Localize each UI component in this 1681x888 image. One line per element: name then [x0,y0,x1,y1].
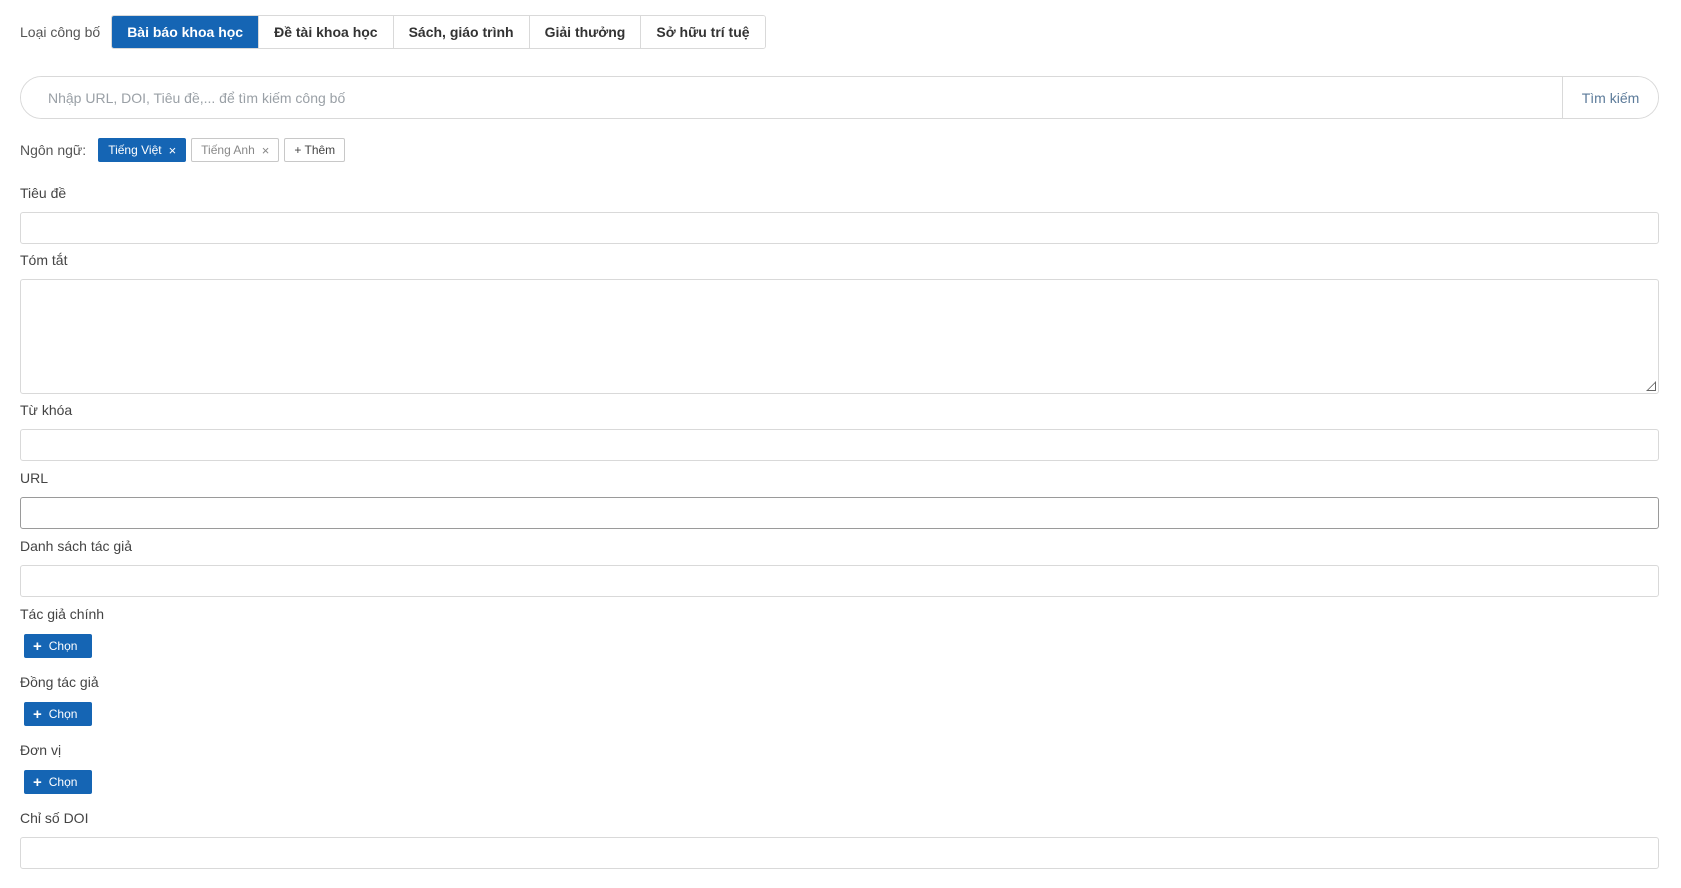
abstract-label: Tóm tắt [20,252,68,268]
publication-type-label: Loại công bố [20,24,101,40]
plus-icon: + [33,705,42,723]
choose-button-label: Chọn [48,707,78,721]
keywords-label: Từ khóa [20,402,73,418]
choose-button-label: Chọn [48,775,78,789]
search-button[interactable]: Tìm kiếm [1562,77,1658,118]
publication-type-row: Loại công bố Bài báo khoa học Đề tài kho… [20,15,766,49]
choose-unit-button[interactable]: + Chọn [24,770,92,794]
language-label: Ngôn ngữ: [20,142,87,158]
resize-handle-icon[interactable] [1646,381,1656,391]
language-tag-vietnamese[interactable]: Tiếng Việt × [98,138,187,162]
close-icon[interactable]: × [262,143,270,158]
language-tag-label: Tiếng Anh [201,143,255,157]
plus-icon: + [33,637,42,655]
authors-list-label: Danh sách tác giả [20,538,133,554]
tab-intellectual-property[interactable]: Sở hữu trí tuệ [641,16,765,48]
choose-button-label: Chọn [48,639,78,653]
co-author-label: Đồng tác giả [20,674,99,690]
keywords-field[interactable] [20,429,1659,461]
search-input[interactable] [21,77,1562,118]
url-field[interactable] [20,497,1659,529]
tab-awards[interactable]: Giải thưởng [529,16,642,48]
language-tag-english[interactable]: Tiếng Anh × [191,138,280,162]
url-label: URL [20,470,49,486]
choose-co-author-button[interactable]: + Chọn [24,702,92,726]
tab-research-project[interactable]: Đề tài khoa học [259,16,394,48]
abstract-textarea[interactable] [20,279,1659,394]
main-author-label: Tác giả chính [20,606,105,622]
tab-scientific-article[interactable]: Bài báo khoa học [112,16,260,48]
choose-main-author-button[interactable]: + Chọn [24,634,92,658]
add-language-button[interactable]: + Thêm [284,138,346,162]
doi-field[interactable] [20,837,1659,869]
tab-books-textbooks[interactable]: Sách, giáo trình [393,16,530,48]
doi-label: Chỉ số DOI [20,810,89,826]
language-tag-label: Tiếng Việt [108,143,162,157]
title-field[interactable] [20,212,1659,244]
plus-icon: + [33,773,42,791]
authors-list-field[interactable] [20,565,1659,597]
unit-label: Đơn vị [20,742,62,758]
publication-type-tabs: Bài báo khoa học Đề tài khoa học Sách, g… [111,15,766,49]
publication-form-page: Loại công bố Bài báo khoa học Đề tài kho… [0,0,1681,888]
title-label: Tiêu đề [20,185,67,201]
language-row: Ngôn ngữ: Tiếng Việt × Tiếng Anh × + Thê… [20,138,350,162]
close-icon[interactable]: × [169,143,177,158]
publication-search-bar: Tìm kiếm [20,76,1659,119]
